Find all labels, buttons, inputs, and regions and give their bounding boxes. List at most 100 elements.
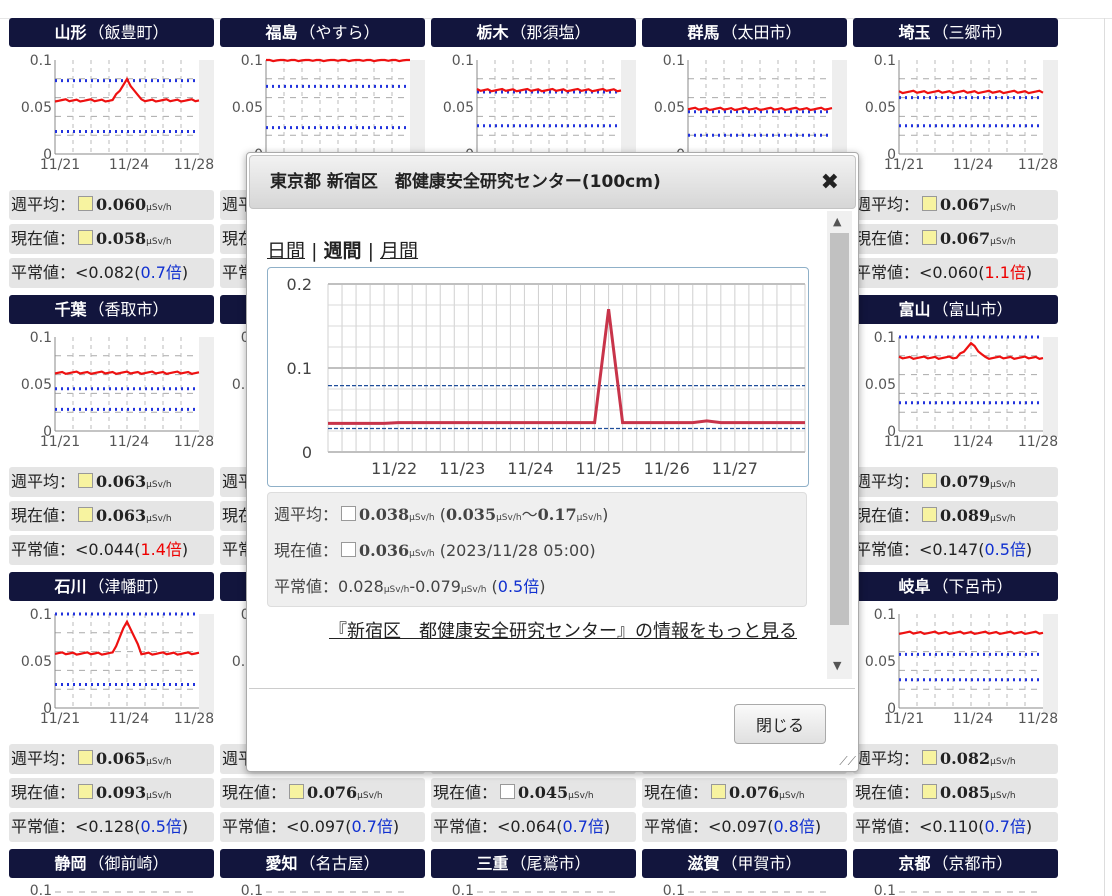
mini-chart[interactable]: 0.10.05011/2111/2411/28 [9, 604, 214, 740]
station-card: 千葉 （香取市） 0.1 0.05 0 11/21 11/24 11/28 週平均： 0.063μ… [9, 295, 214, 565]
indicator-square [289, 784, 305, 799]
mini-chart[interactable]: 0.10.05011/2111/2411/28 [853, 50, 1058, 186]
dialog-titlebar[interactable]: 東京都 新宿区 都健康安全研究センター(100cm) ✖ [249, 155, 856, 209]
plot-margin [1043, 337, 1058, 437]
station-card: 京都 （京都市） 0.1 [853, 849, 1058, 895]
indicator-square [78, 196, 94, 211]
stat-normal: 平常値：<0.097(0.8倍) [642, 812, 847, 842]
mini-chart-svg: 0.1 [241, 883, 410, 895]
y-tick-label: 0.05 [232, 100, 263, 116]
station-card: 石川 （津幡町） 0.1 0.05 0 11/21 11/24 11/28 週平均： 0.065μ… [9, 572, 214, 842]
mini-chart-svg: 0.1 [452, 883, 621, 895]
station-header[interactable]: 千葉 （香取市） [9, 295, 214, 324]
ratio-value: 0.7倍 [984, 817, 1026, 836]
ratio-value: 0.8倍 [773, 817, 815, 836]
mini-chart[interactable]: 0.10.05011/2111/2411/28 [9, 50, 214, 186]
dialog-stats: 週平均： 0.038μSv/h (0.035μSv/h〜0.17μSv/h) 現在… [267, 492, 807, 607]
unit-label: μSv/h [146, 791, 172, 801]
tab-week[interactable]: 週間 [324, 240, 362, 262]
x-tick-label: 11/24 [507, 459, 553, 478]
station-header[interactable]: 栃木 （那須塩） [431, 18, 636, 47]
station-header[interactable]: 山形 （飯豊町） [9, 18, 214, 47]
station-header[interactable]: 群馬 （太田市） [642, 18, 847, 47]
avg-value: 0.038 [359, 505, 410, 524]
normal-value: <0.110( [919, 817, 985, 836]
station-header[interactable]: 石川 （津幡町） [9, 572, 214, 601]
plot-margin [1043, 60, 1058, 160]
prefecture-name: 福島 [265, 23, 298, 42]
scroll-down-icon[interactable]: ▼ [833, 659, 841, 672]
x-tick-label: 11/28 [174, 711, 214, 727]
y-tick-label: 0.1 [30, 607, 52, 623]
normal-label: 平常値： [11, 263, 76, 282]
indicator-square [922, 230, 938, 245]
mini-chart[interactable]: 0.10.05011/2111/2411/28 [9, 327, 214, 463]
station-header[interactable]: 富山 （富山市） [853, 295, 1058, 324]
station-header[interactable]: 岐阜 （下呂市） [853, 572, 1058, 601]
page-scrollbar[interactable] [1104, 18, 1105, 896]
more-info-link[interactable]: 『新宿区 都健康安全研究センター』の情報をもっと見る [297, 616, 797, 647]
mini-chart[interactable]: 0.10.05011/2111/2411/28 [853, 327, 1058, 463]
city-name: （やすら） [299, 23, 380, 42]
weekly-dose-chart: 0.2 0.1 0 11/22 11/23 11/24 11/25 11/26 11/27 [267, 267, 809, 487]
dose-line [266, 58, 410, 63]
mini-chart[interactable]: 0.1 [220, 881, 425, 895]
plot-bg [55, 337, 199, 431]
y-tick-label: 0.05 [443, 100, 474, 116]
unit-label: μSv/h [146, 757, 172, 767]
station-card: 三重 （尾鷲市） 0.1 [431, 849, 636, 895]
city-name: （下呂市） [932, 577, 1013, 596]
unit-label: μSv/h [146, 480, 172, 490]
avg-value: 0.063 [96, 472, 147, 491]
station-header[interactable]: 静岡 （御前崎） [9, 849, 214, 878]
dialog-footer-divider [249, 688, 855, 689]
tab-day[interactable]: 日間 [267, 240, 305, 262]
dialog-scrollbar[interactable]: ▲ ▼ [827, 211, 852, 679]
scroll-thumb[interactable] [830, 233, 849, 625]
dose-line [898, 89, 1044, 95]
resize-grip-icon[interactable]: ⟋⟋ [839, 754, 856, 769]
y-tick-label: 0.05 [865, 100, 896, 116]
stat-current: 現在値： 0.058μSv/h [9, 224, 214, 254]
station-card: 富山 （富山市） 0.1 0.05 0 11/21 11/24 11/28 週平均： 0.079μ… [853, 295, 1058, 565]
mini-chart-svg: 0.10.05011/2111/2411/28 [21, 53, 214, 173]
mini-chart[interactable]: 0.1 [642, 881, 847, 895]
close-icon[interactable]: ✖ [821, 170, 839, 195]
unit-label: μSv/h [146, 514, 172, 524]
mini-chart[interactable]: 0.1 [853, 881, 1058, 895]
avg-label: 週平均： [855, 472, 920, 491]
normal-label: 平常値： [11, 817, 76, 836]
mini-chart[interactable]: 0.1 [9, 881, 214, 895]
plot-bg [477, 60, 621, 154]
city-name: （太田市） [721, 23, 802, 42]
stat-normal: 平常値：<0.064(0.7倍) [431, 812, 636, 842]
stat-normal: 平常値：<0.110(0.7倍) [853, 812, 1058, 842]
plot-margin [199, 614, 214, 714]
mini-chart[interactable]: 0.10.05011/2111/2411/28 [853, 604, 1058, 740]
station-header[interactable]: 滋賀 （甲賀市） [642, 849, 847, 878]
avg-label: 週平均： [11, 749, 76, 768]
indicator-square [711, 784, 727, 799]
y-tick-label: 0.1 [241, 53, 263, 69]
plot-bg [688, 60, 832, 154]
station-header[interactable]: 愛知 （名古屋） [220, 849, 425, 878]
ratio-close: ) [603, 817, 611, 836]
station-header[interactable]: 三重 （尾鷲市） [431, 849, 636, 878]
prefecture-name: 群馬 [687, 23, 720, 42]
station-header[interactable]: 福島 （やすら） [220, 18, 425, 47]
station-header[interactable]: 埼玉 （三郷市） [853, 18, 1058, 47]
current-value: 0.063 [96, 506, 147, 525]
close-button[interactable]: 閉じる [734, 704, 826, 744]
prefecture-name: 埼玉 [898, 23, 931, 42]
x-tick-label: 11/23 [439, 459, 485, 478]
plot-margin [410, 60, 425, 160]
stat-current: 現在値： 0.076μSv/h [220, 778, 425, 808]
normal-value: <0.082( [75, 263, 141, 282]
tab-month[interactable]: 月間 [380, 240, 418, 262]
indicator-square [78, 750, 94, 765]
scroll-up-icon[interactable]: ▲ [833, 215, 841, 228]
station-header[interactable]: 京都 （京都市） [853, 849, 1058, 878]
stat-normal: 平常値：0.028μSv/h-0.079μSv/h (0.5倍) [274, 577, 546, 596]
mini-chart[interactable]: 0.1 [431, 881, 636, 895]
avg-value: 0.065 [96, 749, 147, 768]
